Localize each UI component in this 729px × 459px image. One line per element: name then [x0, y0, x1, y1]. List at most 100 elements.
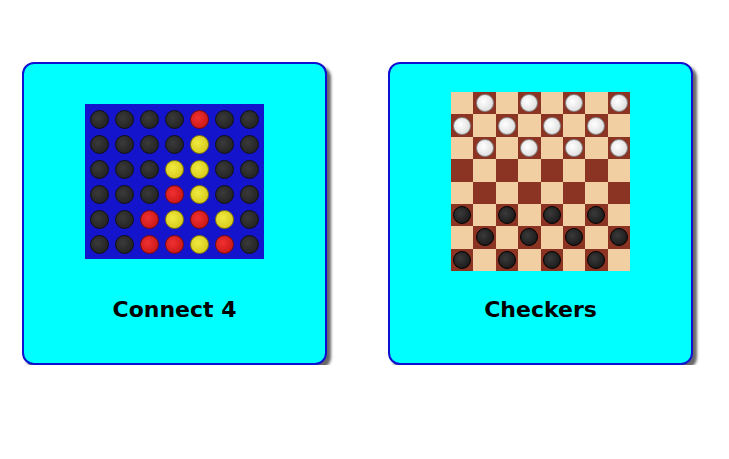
checkers-square [451, 137, 473, 159]
checkers-square [585, 204, 607, 226]
checkers-square [473, 204, 495, 226]
checkers-square [451, 92, 473, 114]
checkers-piece [610, 139, 628, 157]
checkers-square [451, 204, 473, 226]
checkers-square [451, 249, 473, 271]
checkers-piece [565, 94, 583, 112]
checkers-piece [453, 117, 471, 135]
checkers-square [563, 182, 585, 204]
connect4-disc [90, 160, 109, 179]
checkers-square [496, 249, 518, 271]
checkers-square [473, 137, 495, 159]
connect4-disc [90, 135, 109, 154]
connect4-disc [140, 110, 159, 129]
checkers-piece [498, 206, 516, 224]
connect4-disc [140, 185, 159, 204]
connect4-disc [240, 110, 259, 129]
checkers-piece [520, 139, 538, 157]
checkers-square [608, 226, 630, 248]
checkers-square [518, 159, 540, 181]
connect4-disc [90, 185, 109, 204]
checkers-square [563, 137, 585, 159]
checkers-square [518, 249, 540, 271]
connect4-disc [140, 160, 159, 179]
checkers-piece [498, 117, 516, 135]
checkers-square [496, 226, 518, 248]
connect4-disc [165, 235, 184, 254]
connect4-disc [240, 235, 259, 254]
connect4-disc [240, 210, 259, 229]
checkers-square [563, 159, 585, 181]
game-card[interactable]: Checkers [388, 62, 693, 365]
game-list: Connect 4 Checkers [0, 0, 729, 365]
checkers-square [496, 182, 518, 204]
checkers-piece [453, 206, 471, 224]
checkers-square [608, 137, 630, 159]
connect4-disc [190, 235, 209, 254]
checkers-square [451, 114, 473, 136]
checkers-square [585, 92, 607, 114]
connect4-disc [215, 185, 234, 204]
connect4-disc [115, 210, 134, 229]
game-thumbnail [451, 88, 630, 275]
checkers-square [585, 114, 607, 136]
checkers-square [451, 159, 473, 181]
connect4-disc [115, 185, 134, 204]
connect4-disc [115, 110, 134, 129]
checkers-piece [476, 94, 494, 112]
connect4-disc [165, 210, 184, 229]
connect4-disc [140, 135, 159, 154]
checkers-square [541, 182, 563, 204]
game-title: Checkers [484, 297, 597, 322]
checkers-square [585, 249, 607, 271]
checkers-piece [610, 228, 628, 246]
connect4-disc [215, 135, 234, 154]
game-card[interactable]: Connect 4 [22, 62, 327, 365]
game-title: Connect 4 [112, 297, 236, 322]
checkers-piece [565, 228, 583, 246]
checkers-square [496, 137, 518, 159]
connect4-disc [165, 135, 184, 154]
checkers-square [585, 182, 607, 204]
checkers-piece [453, 251, 471, 269]
checkers-square [541, 92, 563, 114]
checkers-square [541, 159, 563, 181]
connect4-disc [165, 160, 184, 179]
connect4-disc [115, 135, 134, 154]
checkers-square [473, 182, 495, 204]
checkers-square [608, 249, 630, 271]
checkers-square [608, 182, 630, 204]
checkers-square [563, 114, 585, 136]
checkers-square [451, 182, 473, 204]
checkers-piece [610, 94, 628, 112]
connect4-disc [240, 135, 259, 154]
checkers-piece [587, 206, 605, 224]
checkers-square [518, 204, 540, 226]
checkers-piece [587, 117, 605, 135]
connect4-disc [140, 235, 159, 254]
checkers-piece [587, 251, 605, 269]
checkers-square [541, 226, 563, 248]
checkers-square [518, 137, 540, 159]
checkers-square [473, 114, 495, 136]
checkers-square [608, 204, 630, 226]
connect4-disc [90, 210, 109, 229]
checkers-square [518, 226, 540, 248]
checkers-piece [543, 117, 561, 135]
checkers-square [541, 137, 563, 159]
connect4-disc [140, 210, 159, 229]
checkers-square [473, 92, 495, 114]
checkers-square [473, 159, 495, 181]
checkers-square [585, 226, 607, 248]
checkers-square [563, 249, 585, 271]
checkers-square [473, 249, 495, 271]
checkers-square [473, 226, 495, 248]
checkers-square [585, 137, 607, 159]
checkers-square [541, 249, 563, 271]
checkers-piece [543, 251, 561, 269]
connect4-disc [190, 185, 209, 204]
checkers-square [518, 182, 540, 204]
game-thumbnail [85, 88, 264, 275]
checkers-piece [520, 228, 538, 246]
checkers-square [496, 204, 518, 226]
